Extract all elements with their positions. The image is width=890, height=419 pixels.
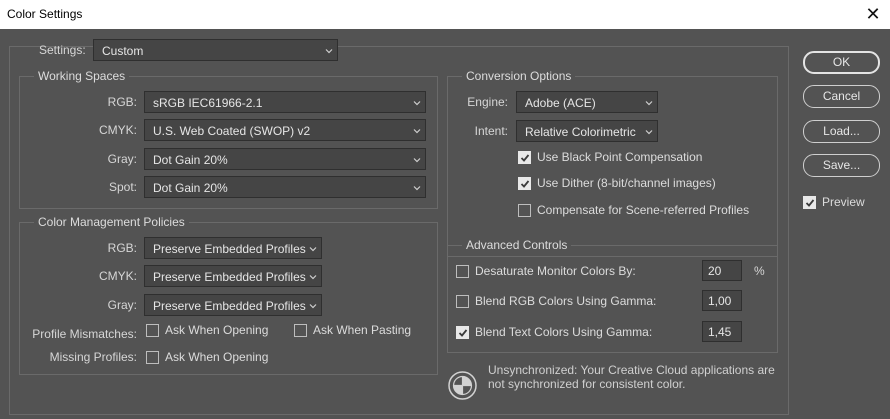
policy-rgb-label: RGB: — [107, 241, 137, 255]
mismatch-ask-opening-label[interactable]: Ask When Opening — [165, 323, 268, 337]
desaturate-input[interactable]: 20 — [702, 260, 742, 281]
policies-title: Color Management Policies — [34, 215, 189, 229]
chevron-down-icon — [309, 304, 317, 309]
ws-spot-label: Spot: — [108, 180, 137, 194]
checkmark-icon — [520, 180, 530, 188]
desaturate-unit: % — [754, 264, 765, 278]
preview-label[interactable]: Preview — [822, 195, 865, 209]
mismatch-ask-pasting-label[interactable]: Ask When Pasting — [313, 323, 411, 337]
scene-referred-label[interactable]: Compensate for Scene-referred Profiles — [537, 203, 749, 217]
missing-ask-opening-label[interactable]: Ask When Opening — [165, 350, 268, 364]
blend-rgb-label[interactable]: Blend RGB Colors Using Gamma: — [475, 294, 656, 308]
ws-spot-dropdown[interactable]: Dot Gain 20% — [144, 176, 426, 198]
policy-rgb-dropdown[interactable]: Preserve Embedded Profiles — [144, 237, 322, 259]
ws-cmyk-label: CMYK: — [98, 123, 137, 137]
window-title: Color Settings — [7, 7, 83, 21]
advanced-controls-title: Advanced Controls — [462, 238, 572, 252]
policy-cmyk-value: Preserve Embedded Profiles — [153, 270, 306, 284]
ws-rgb-value: sRGB IEC61966-2.1 — [153, 96, 263, 110]
settings-label: Settings: — [39, 43, 86, 57]
sync-status-message: Unsynchronized: Your Creative Cloud appl… — [488, 363, 775, 391]
settings-dropdown-value: Custom — [102, 44, 144, 58]
mismatch-ask-pasting-checkbox[interactable] — [294, 324, 307, 337]
policy-rgb-value: Preserve Embedded Profiles — [153, 242, 306, 256]
scene-referred-checkbox[interactable] — [518, 204, 531, 217]
intent-dropdown[interactable]: Relative Colorimetric — [516, 120, 658, 142]
engine-label: Engine: — [467, 95, 508, 109]
ok-button[interactable]: OK — [803, 51, 880, 74]
chevron-down-icon — [645, 101, 653, 106]
working-spaces-title: Working Spaces — [34, 69, 130, 83]
dither-label[interactable]: Use Dither (8-bit/channel images) — [537, 176, 716, 190]
missing-profiles-label: Missing Profiles: — [49, 350, 137, 364]
ws-gray-label: Gray: — [107, 152, 137, 166]
mismatch-ask-opening-checkbox[interactable] — [146, 324, 159, 337]
chevron-down-icon — [309, 247, 317, 252]
title-bar: Color Settings ✕ — [0, 0, 890, 29]
chevron-down-icon — [413, 158, 421, 163]
blend-text-input[interactable]: 1,45 — [702, 321, 742, 342]
black-point-label[interactable]: Use Black Point Compensation — [537, 150, 702, 164]
load-button[interactable]: Load... — [803, 120, 880, 143]
ws-cmyk-value: U.S. Web Coated (SWOP) v2 — [153, 124, 311, 138]
intent-label: Intent: — [474, 124, 508, 138]
engine-dropdown[interactable]: Adobe (ACE) — [516, 91, 658, 113]
engine-value: Adobe (ACE) — [525, 96, 596, 110]
close-icon[interactable]: ✕ — [856, 0, 890, 29]
ws-gray-dropdown[interactable]: Dot Gain 20% — [144, 148, 426, 170]
blend-text-checkbox[interactable] — [456, 326, 469, 339]
chevron-down-icon — [413, 129, 421, 134]
ws-spot-value: Dot Gain 20% — [153, 181, 228, 195]
ws-rgb-label: RGB: — [107, 95, 137, 109]
chevron-down-icon — [309, 275, 317, 280]
settings-dropdown[interactable]: Custom — [93, 39, 338, 61]
checkmark-icon — [805, 199, 815, 207]
blend-text-label[interactable]: Blend Text Colors Using Gamma: — [475, 325, 652, 339]
chevron-down-icon — [413, 101, 421, 106]
checkmark-icon — [458, 329, 468, 337]
policy-gray-dropdown[interactable]: Preserve Embedded Profiles — [144, 294, 322, 316]
dialog-body: Settings: Custom Working Spaces RGB: sRG… — [0, 29, 890, 419]
ws-cmyk-dropdown[interactable]: U.S. Web Coated (SWOP) v2 — [144, 119, 426, 141]
checkmark-icon — [520, 154, 530, 162]
profile-mismatches-label: Profile Mismatches: — [32, 327, 137, 341]
blend-rgb-checkbox[interactable] — [456, 295, 469, 308]
ws-rgb-dropdown[interactable]: sRGB IEC61966-2.1 — [144, 91, 426, 113]
desaturate-checkbox[interactable] — [456, 265, 469, 278]
chevron-down-icon — [645, 130, 653, 135]
ws-gray-value: Dot Gain 20% — [153, 153, 228, 167]
chevron-down-icon — [325, 49, 333, 54]
sync-status-icon — [448, 371, 477, 400]
save-button[interactable]: Save... — [803, 154, 880, 177]
preview-checkbox[interactable] — [803, 196, 816, 209]
blend-rgb-input[interactable]: 1,00 — [702, 290, 742, 311]
cancel-button[interactable]: Cancel — [803, 85, 880, 108]
missing-ask-opening-checkbox[interactable] — [146, 351, 159, 364]
policy-cmyk-dropdown[interactable]: Preserve Embedded Profiles — [144, 265, 322, 287]
intent-value: Relative Colorimetric — [525, 125, 636, 139]
conversion-options-title: Conversion Options — [462, 69, 576, 83]
policy-gray-label: Gray: — [107, 298, 137, 312]
policy-cmyk-label: CMYK: — [98, 269, 137, 283]
desaturate-label[interactable]: Desaturate Monitor Colors By: — [475, 264, 636, 278]
dither-checkbox[interactable] — [518, 177, 531, 190]
chevron-down-icon — [413, 186, 421, 191]
black-point-checkbox[interactable] — [518, 151, 531, 164]
policy-gray-value: Preserve Embedded Profiles — [153, 299, 306, 313]
